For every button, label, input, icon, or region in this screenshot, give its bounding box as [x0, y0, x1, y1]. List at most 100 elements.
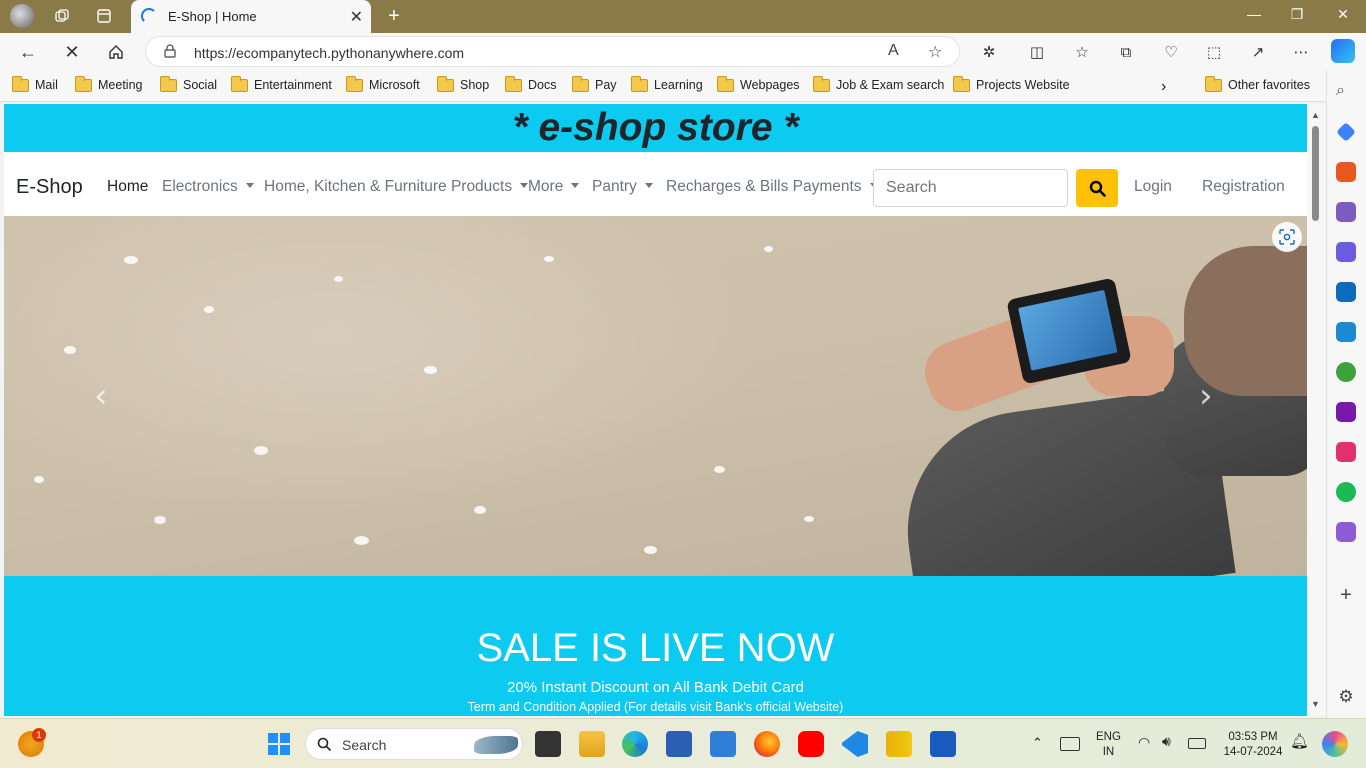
microsoft365-icon[interactable] — [1336, 242, 1356, 262]
restore-button[interactable]: ❐ — [1283, 6, 1311, 23]
battery-icon[interactable] — [1188, 738, 1206, 749]
fav-shop[interactable]: Shop — [437, 75, 489, 92]
scroll-up-icon[interactable]: ▲ — [1311, 110, 1320, 120]
fav-microsoft[interactable]: Microsoft — [346, 75, 420, 92]
onenote-icon[interactable] — [1336, 402, 1356, 422]
scroll-down-icon[interactable]: ▼ — [1311, 699, 1320, 709]
share-icon[interactable]: ↗ — [1247, 41, 1269, 63]
nav-more-dropdown[interactable]: More — [528, 178, 580, 196]
spotify-icon[interactable] — [1336, 482, 1356, 502]
fav-mail[interactable]: Mail — [12, 75, 58, 92]
edge-browser-icon[interactable] — [622, 731, 648, 757]
visual-search-icon[interactable] — [1272, 222, 1302, 252]
split-screen-icon[interactable]: ◫ — [1026, 41, 1048, 63]
performance-icon[interactable]: ♡ — [1160, 41, 1182, 63]
more-options-icon[interactable]: ⋯ — [1290, 41, 1312, 63]
fav-other[interactable]: Other favorites — [1205, 75, 1310, 92]
nav-electronics-dropdown[interactable]: Electronics — [162, 178, 254, 196]
windows-logo-icon — [268, 733, 290, 755]
shopping-tag-icon[interactable] — [1336, 122, 1356, 142]
tab-actions-icon[interactable] — [92, 5, 116, 27]
copilot-taskbar-icon[interactable] — [1322, 731, 1348, 757]
search-icon — [1089, 180, 1106, 197]
carousel-prev-icon[interactable]: ‹ — [94, 376, 108, 416]
search-input[interactable] — [873, 169, 1068, 207]
firefox-icon[interactable] — [754, 731, 780, 757]
carousel-next-icon[interactable]: › — [1199, 376, 1213, 416]
folder-icon — [160, 75, 177, 92]
extensions-icon[interactable]: ✲ — [978, 41, 1000, 63]
tree-icon[interactable] — [1336, 362, 1356, 382]
task-view-icon[interactable] — [535, 731, 561, 757]
favorite-star-icon[interactable]: ☆ — [928, 42, 942, 62]
add-sidebar-app-icon[interactable]: + — [1336, 585, 1356, 605]
new-tab-button[interactable]: + — [382, 4, 406, 28]
page-scrollbar[interactable]: ▲ ▼ — [1307, 104, 1326, 716]
outlook-icon[interactable] — [1336, 282, 1356, 302]
volume-icon[interactable]: 🔊︎ — [1162, 734, 1171, 749]
collections-icon[interactable]: ⧉ — [1115, 41, 1137, 63]
tools-icon[interactable] — [1336, 162, 1356, 182]
tab-title: E-Shop | Home — [168, 9, 257, 24]
instagram-icon[interactable] — [1336, 442, 1356, 462]
nav-home[interactable]: Home — [107, 178, 148, 196]
more-favorites-chevron-icon[interactable]: › — [1161, 78, 1166, 96]
fav-webpages[interactable]: Webpages — [717, 75, 800, 92]
search-button[interactable] — [1076, 169, 1118, 207]
language-indicator[interactable]: ENG IN — [1096, 730, 1121, 760]
wifi-icon[interactable]: ◠ — [1138, 735, 1150, 750]
home-button[interactable] — [103, 39, 129, 65]
games-icon[interactable] — [1336, 202, 1356, 222]
close-tab-icon[interactable]: ✕ — [350, 7, 363, 27]
scrollbar-thumb[interactable] — [1312, 126, 1319, 221]
taskbar-search-box[interactable]: Search — [305, 728, 523, 760]
file-explorer-icon[interactable] — [579, 731, 605, 757]
search-highlight-shark-icon — [474, 736, 518, 754]
mail-icon[interactable] — [710, 731, 736, 757]
address-bar[interactable]: https://ecompanytech.pythonanywhere.com … — [145, 36, 960, 67]
word-icon[interactable] — [930, 731, 956, 757]
start-button[interactable] — [266, 731, 292, 757]
vscode-icon[interactable] — [842, 731, 868, 757]
banner-title: * e-shop store * — [512, 106, 799, 149]
lock-icon[interactable] — [164, 44, 176, 58]
close-window-button[interactable]: ✕ — [1329, 6, 1357, 23]
clipchamp-icon[interactable] — [1336, 522, 1356, 542]
profile-avatar[interactable] — [10, 4, 34, 28]
microsoft-store-icon[interactable] — [666, 731, 692, 757]
back-button[interactable]: ← — [15, 39, 41, 65]
sidebar-settings-icon[interactable]: ⚙ — [1336, 687, 1356, 707]
folder-icon — [717, 75, 734, 92]
minimize-button[interactable]: — — [1240, 6, 1268, 22]
fav-entertainment[interactable]: Entertainment — [231, 75, 332, 92]
nav-recharges-dropdown[interactable]: Recharges & Bills Payments — [666, 178, 878, 196]
youtube-icon[interactable] — [798, 731, 824, 757]
fav-job-exam[interactable]: Job & Exam search — [813, 75, 944, 92]
clock[interactable]: 03:53 PM 14-07-2024 — [1220, 730, 1286, 760]
brand-link[interactable]: E-Shop — [16, 176, 83, 199]
power-bi-icon[interactable] — [886, 731, 912, 757]
fav-social[interactable]: Social — [160, 75, 217, 92]
fav-meeting[interactable]: Meeting — [75, 75, 142, 92]
login-link[interactable]: Login — [1134, 178, 1172, 196]
tab-active[interactable]: E-Shop | Home ✕ — [131, 0, 371, 33]
keyboard-layout-icon[interactable] — [1060, 737, 1080, 751]
favorites-icon[interactable]: ☆ — [1071, 41, 1093, 63]
fav-docs[interactable]: Docs — [505, 75, 556, 92]
read-aloud-icon[interactable]: A — [888, 42, 899, 60]
nav-pantry-dropdown[interactable]: Pantry — [592, 178, 653, 196]
notification-bell-icon[interactable]: 🔔︎ — [1290, 734, 1309, 749]
site-navbar: E-Shop Home Electronics Home, Kitchen & … — [4, 152, 1307, 216]
search-icon[interactable]: ⌕ — [1336, 82, 1356, 102]
show-hidden-icons-chevron-icon[interactable]: ⌃ — [1032, 735, 1043, 750]
fav-pay[interactable]: Pay — [572, 75, 617, 92]
fav-projects[interactable]: Projects Website — [953, 75, 1070, 92]
copilot-icon[interactable] — [1331, 39, 1355, 63]
registration-link[interactable]: Registration — [1202, 178, 1285, 196]
stop-loading-button[interactable]: ✕ — [59, 39, 85, 65]
workspaces-icon[interactable] — [50, 5, 74, 27]
fav-learning[interactable]: Learning — [631, 75, 703, 92]
send-icon[interactable] — [1336, 322, 1356, 342]
screenshot-icon[interactable]: ⬚ — [1203, 41, 1225, 63]
nav-home-kitchen-dropdown[interactable]: Home, Kitchen & Furniture Products — [264, 178, 529, 196]
